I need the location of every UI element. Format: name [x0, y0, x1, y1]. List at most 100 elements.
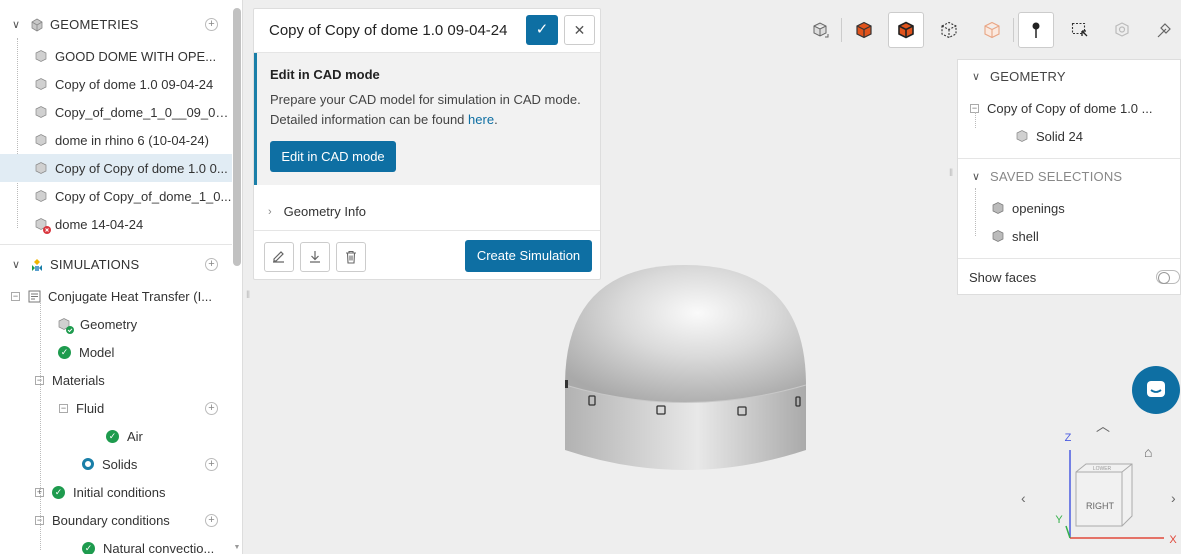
- cad-help-link[interactable]: here: [468, 112, 494, 127]
- geometry-title[interactable]: Copy of Copy of dome 1.0 09-04-24: [269, 22, 507, 39]
- wireframe-view-button[interactable]: [931, 12, 967, 48]
- add-simulation-icon[interactable]: +: [205, 257, 218, 271]
- download-geometry-button[interactable]: [300, 242, 330, 272]
- box-select-button[interactable]: [1062, 12, 1098, 48]
- selection-item-shell[interactable]: shell: [958, 222, 1181, 250]
- chevron-down-icon[interactable]: ∨: [970, 170, 982, 183]
- download-icon: [310, 251, 320, 263]
- geometry-item-selected[interactable]: Copy of Copy of dome 1.0 0...: [0, 154, 232, 182]
- saved-selections-header[interactable]: ∨ SAVED SELECTIONS: [958, 162, 1181, 190]
- model-item[interactable]: ✓ Model: [0, 338, 232, 366]
- geometry-label: Copy of Copy of dome 1.0 0...: [55, 160, 228, 176]
- geometry-item[interactable]: dome 14-04-24: [0, 210, 232, 238]
- cube-icon: [35, 106, 47, 118]
- sim-geometry-item[interactable]: Geometry: [0, 310, 232, 338]
- cube-error-icon: [35, 218, 51, 234]
- point-select-button[interactable]: [1018, 12, 1054, 48]
- geometry-item[interactable]: GOOD DOME WITH OPE...: [0, 42, 232, 70]
- geometry-item[interactable]: Copy of dome 1.0 09-04-24: [0, 70, 232, 98]
- show-faces-row: Show faces: [958, 263, 1181, 291]
- geometry-info-label: Geometry Info: [283, 204, 367, 219]
- fluid-item[interactable]: − Fluid +: [0, 394, 232, 422]
- materials-item[interactable]: − Materials: [0, 366, 232, 394]
- add-boundary-condition-icon[interactable]: +: [205, 513, 218, 527]
- collapse-icon[interactable]: −: [11, 291, 20, 301]
- tree-scrollbar[interactable]: [233, 8, 241, 266]
- natural-convection-item[interactable]: ✓ Natural convectio...: [0, 534, 232, 554]
- boundary-conditions-item[interactable]: − Boundary conditions +: [0, 506, 232, 534]
- solid-tree-item[interactable]: Solid 24: [958, 122, 1181, 150]
- measure-tool-button[interactable]: [1146, 12, 1181, 48]
- geometries-header-label: GEOMETRIES: [50, 16, 139, 32]
- geometry-tree-item[interactable]: − Copy of Copy of dome 1.0 ...: [958, 94, 1181, 122]
- simulations-icon: [30, 258, 42, 271]
- add-geometry-icon[interactable]: +: [205, 17, 218, 31]
- collapse-icon[interactable]: −: [35, 375, 44, 385]
- wireframe-cube-icon: [941, 21, 957, 39]
- chevron-down-icon[interactable]: ∨: [10, 18, 22, 31]
- create-simulation-button[interactable]: Create Simulation: [465, 240, 592, 272]
- simulations-header-label: SIMULATIONS: [50, 256, 140, 272]
- boundary-conditions-label: Boundary conditions: [52, 512, 170, 528]
- cancel-rename-button[interactable]: ✕: [564, 15, 595, 45]
- solid-view-button[interactable]: [846, 12, 882, 48]
- support-chat-button[interactable]: [1132, 366, 1180, 414]
- geometry-item[interactable]: Copy of Copy_of_dome_1_0...: [0, 182, 232, 210]
- confirm-rename-button[interactable]: ✓: [526, 15, 558, 45]
- geometry-item[interactable]: Copy_of_dome_1_0__09_04...: [0, 98, 232, 126]
- y-axis-label: Y: [1055, 514, 1063, 526]
- geometry-panel-title: GEOMETRY: [990, 68, 1066, 84]
- cad-desc-line2: Detailed information can be found: [270, 112, 465, 127]
- expand-icon[interactable]: +: [35, 487, 44, 497]
- rotate-left-arrow-icon[interactable]: ‹: [1021, 490, 1026, 506]
- settings-view-button[interactable]: [1104, 12, 1140, 48]
- panel-resize-handle[interactable]: ‖: [246, 290, 250, 301]
- transparent-cube-icon: [984, 21, 1000, 39]
- geometry-item[interactable]: dome in rhino 6 (10-04-24): [0, 126, 232, 154]
- edit-geometry-button[interactable]: [264, 242, 294, 272]
- delete-geometry-button[interactable]: [336, 242, 366, 272]
- add-solid-icon[interactable]: +: [205, 457, 218, 471]
- gear-cube-icon: [1115, 22, 1129, 37]
- cad-mode-box: Edit in CAD mode Prepare your CAD model …: [254, 53, 600, 185]
- view-mode-button[interactable]: [802, 12, 838, 48]
- measure-icon: [1157, 23, 1171, 38]
- collapse-icon[interactable]: −: [35, 515, 44, 525]
- cube-icon: [35, 78, 47, 90]
- box-select-icon: [1071, 22, 1088, 37]
- selection-label: openings: [1012, 200, 1065, 216]
- collapse-icon[interactable]: −: [59, 403, 68, 413]
- selection-item-openings[interactable]: openings: [958, 194, 1181, 222]
- solid-edges-cube-icon: [898, 21, 914, 39]
- geometry-panel-header[interactable]: ∨ GEOMETRY: [958, 62, 1181, 90]
- solid-edges-view-button[interactable]: [888, 12, 924, 48]
- navigation-cube[interactable]: RIGHT LOWER Z Y X: [1050, 430, 1181, 554]
- dome-3d-model[interactable]: [540, 250, 840, 490]
- geometry-label: Copy_of_dome_1_0__09_04...: [54, 104, 232, 120]
- check-circle-icon: ✓: [52, 485, 65, 499]
- edit-in-cad-button[interactable]: Edit in CAD mode: [270, 141, 396, 172]
- right-panel-resize-handle[interactable]: ‖: [949, 168, 953, 179]
- cube-icon: [35, 190, 47, 202]
- project-tree-panel: ▼ ∨ GEOMETRIES + GOOD DOME WITH OPE... C…: [0, 0, 243, 554]
- air-item[interactable]: ✓ Air: [0, 422, 232, 450]
- add-fluid-icon[interactable]: +: [205, 401, 218, 415]
- show-faces-toggle[interactable]: [1156, 270, 1180, 284]
- saved-selections-title: SAVED SELECTIONS: [990, 168, 1123, 184]
- simulations-section-header[interactable]: ∨ SIMULATIONS +: [0, 250, 232, 278]
- model-label: Model: [79, 344, 115, 360]
- solids-item[interactable]: Solids +: [0, 450, 232, 478]
- initial-conditions-item[interactable]: + ✓ Initial conditions: [0, 478, 232, 506]
- geometries-section-header[interactable]: ∨ GEOMETRIES +: [0, 10, 232, 38]
- scroll-down-arrow-icon[interactable]: ▼: [233, 544, 241, 552]
- selection-cube-icon: [992, 230, 1004, 242]
- materials-label: Materials: [52, 372, 105, 388]
- chevron-down-icon[interactable]: ∨: [10, 258, 22, 271]
- cube-face-label: RIGHT: [1086, 501, 1115, 511]
- simulation-item[interactable]: − Conjugate Heat Transfer (I...: [0, 282, 232, 310]
- cad-desc-line1: Prepare your CAD model for simulation in…: [270, 92, 581, 107]
- chevron-down-icon[interactable]: ∨: [970, 70, 982, 83]
- cube-top-label: LOWER: [1093, 466, 1112, 472]
- transparent-view-button[interactable]: [974, 12, 1010, 48]
- geometry-info-expander[interactable]: › Geometry Info: [254, 193, 600, 231]
